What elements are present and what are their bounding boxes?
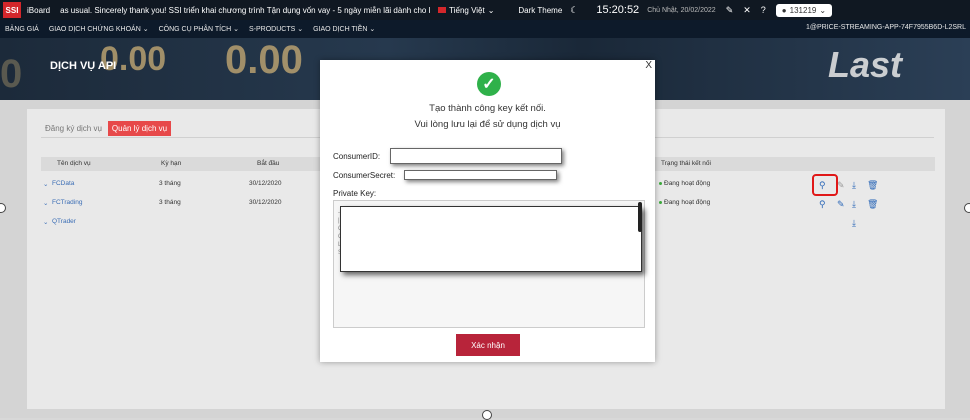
delete-icon[interactable]: 🗑 xyxy=(867,180,878,191)
news-marquee[interactable]: as usual. Sincerely thank you! SSI triển… xyxy=(60,6,430,15)
wrench-icon[interactable]: ✎ xyxy=(726,5,734,16)
tab-bar: Đăng ký dịch vụ Quản lý dịch vụ xyxy=(41,121,172,136)
expand-icon[interactable]: ⌄ xyxy=(43,199,48,207)
service-start: 30/12/2020 xyxy=(249,199,282,206)
language-selector[interactable]: Tiếng Việt ⌄ xyxy=(438,6,494,15)
status-text: Đang hoạt động xyxy=(664,180,711,187)
nav-item-cong-cu-phan-tich[interactable]: CÔNG CỤ PHÂN TÍCH ⌄ xyxy=(159,25,239,33)
chevron-down-icon: ⌄ xyxy=(819,5,827,15)
user-menu[interactable]: ● 131219 ⌄ xyxy=(775,3,833,17)
service-name[interactable]: FCTrading xyxy=(52,199,82,206)
key-created-dialog: X ✓ Tạo thành công key kết nối. Vui lòng… xyxy=(320,60,655,362)
moon-icon[interactable]: ☾ xyxy=(570,5,578,16)
banner-decor-word: Last xyxy=(828,44,903,85)
nav-item-s-products[interactable]: S-PRODUCTS ⌄ xyxy=(249,25,303,33)
highlight-annotation xyxy=(812,174,838,196)
consumer-id-label: ConsumerID: xyxy=(333,152,381,161)
ssi-logo[interactable]: SSI xyxy=(3,2,21,18)
service-name[interactable]: QTrader xyxy=(52,218,76,225)
status-dot-icon xyxy=(659,200,662,204)
service-start: 30/12/2020 xyxy=(249,180,282,187)
top-bar: SSI iBoard as usual. Sincerely thank you… xyxy=(0,0,970,20)
scrollbar[interactable] xyxy=(638,202,642,232)
private-key-label: Private Key: xyxy=(333,189,377,198)
app-name: iBoard xyxy=(27,5,51,15)
download-icon[interactable]: ⤓ xyxy=(852,180,856,191)
resize-handle[interactable] xyxy=(482,410,492,420)
consumer-id-field[interactable] xyxy=(390,148,562,164)
theme-toggle-label[interactable]: Dark Theme xyxy=(518,6,562,15)
notification-off-icon[interactable]: ✕ xyxy=(743,5,751,16)
vietnam-flag-icon xyxy=(438,7,447,13)
main-nav: BẢNG GIÁ GIAO DỊCH CHỨNG KHOÁN ⌄ CÔNG CỤ… xyxy=(0,20,970,38)
service-name[interactable]: FCData xyxy=(52,180,74,187)
confirm-button[interactable]: Xác nhận xyxy=(456,334,520,356)
key-icon[interactable]: ⚲ xyxy=(819,199,826,210)
header-status: Trạng thái kết nối xyxy=(661,160,711,167)
chevron-down-icon: ⌄ xyxy=(487,5,495,15)
edit-icon[interactable]: ✎ xyxy=(837,180,845,191)
success-message: Tạo thành công key kết nối. xyxy=(429,103,546,114)
consumer-secret-field[interactable] xyxy=(404,170,557,180)
nav-item-bang-gia[interactable]: BẢNG GIÁ xyxy=(5,26,39,33)
redaction-box xyxy=(340,206,642,272)
status-badge: Đang hoạt động xyxy=(659,199,710,206)
nav-item-giao-dich-tien[interactable]: GIAO DỊCH TIỀN ⌄ xyxy=(313,25,375,33)
download-icon[interactable]: ⤓ xyxy=(852,218,856,229)
user-id: 131219 xyxy=(789,5,817,15)
clock: 15:20:52 xyxy=(596,4,640,16)
server-id: 1@PRICE-STREAMING-APP-74F7955B6D-L2SRL xyxy=(806,24,966,31)
help-icon[interactable]: ? xyxy=(761,5,766,15)
language-label: Tiếng Việt xyxy=(449,5,485,15)
status-text: Đang hoạt động xyxy=(664,199,711,206)
banner-decor-number: 0.00 xyxy=(225,38,303,82)
header-start: Bắt đầu xyxy=(257,160,280,167)
status-badge: Đang hoạt động xyxy=(659,180,710,187)
status-dot-icon xyxy=(659,181,662,185)
page-title: DỊCH VỤ API xyxy=(50,60,117,72)
expand-icon[interactable]: ⌄ xyxy=(43,218,48,226)
tab-manage-service[interactable]: Quản lý dịch vụ xyxy=(107,121,172,136)
download-icon[interactable]: ⤓ xyxy=(852,199,856,210)
resize-handle[interactable] xyxy=(0,203,6,213)
delete-icon[interactable]: 🗑 xyxy=(867,199,878,210)
save-instruction: Vui lòng lưu lại để sử dụng dịch vụ xyxy=(414,119,561,130)
header-term: Kỳ hạn xyxy=(161,160,182,167)
service-term: 3 tháng xyxy=(159,199,181,206)
close-button[interactable]: X xyxy=(645,60,652,71)
user-icon: ● xyxy=(781,5,787,15)
expand-icon[interactable]: ⌄ xyxy=(43,180,48,188)
banner-decor-number: 0 xyxy=(0,52,23,96)
header-name: Tên dịch vụ xyxy=(57,160,91,167)
date: Chủ Nhật, 20/02/2022 xyxy=(647,6,716,14)
edit-icon[interactable]: ✎ xyxy=(837,199,845,210)
tab-register-service[interactable]: Đăng ký dịch vụ xyxy=(41,121,106,136)
consumer-secret-label: ConsumerSecret: xyxy=(333,171,396,180)
screen: SSI iBoard as usual. Sincerely thank you… xyxy=(0,0,970,420)
resize-handle[interactable] xyxy=(964,203,970,213)
success-check-icon: ✓ xyxy=(477,72,501,96)
nav-item-giao-dich-chung-khoan[interactable]: GIAO DỊCH CHỨNG KHOÁN ⌄ xyxy=(49,25,149,33)
service-term: 3 tháng xyxy=(159,180,181,187)
